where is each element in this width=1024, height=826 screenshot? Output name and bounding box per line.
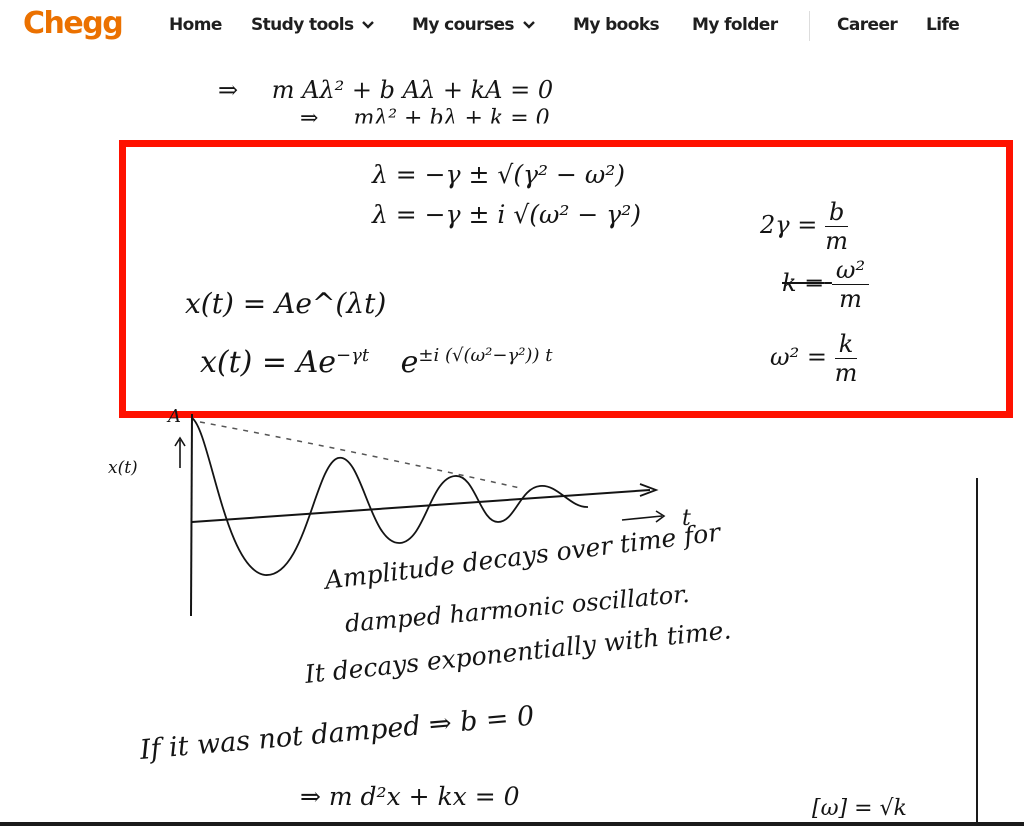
nav-my-folder-label: My folder — [692, 15, 778, 35]
side-relation-k-crossed: k = ω² m — [782, 256, 870, 313]
numerator: ω² — [831, 256, 870, 285]
undamped-statement: If it was not damped ⇒ b = 0 — [138, 700, 536, 766]
nav-life[interactable]: Life — [926, 15, 960, 35]
fraction: k m — [835, 330, 858, 387]
omega-result: [ω] = √k — [812, 796, 907, 821]
decay-envelope — [199, 421, 521, 489]
x-damped-equation: x(t) = Ae−γt e±i (√(ω²−γ²)) t — [200, 345, 552, 380]
side-lhs: ω² = — [770, 343, 827, 371]
nav-home[interactable]: Home — [169, 15, 222, 35]
nav-study-tools[interactable]: Study tools — [251, 15, 375, 35]
undamped-equation: ⇒ m d²x + kx = 0 — [300, 782, 520, 811]
bottom-edge — [0, 822, 1024, 826]
implies-symbol: ⇒ — [300, 106, 319, 131]
equation-text: mλ² + bλ + k = 0 — [353, 106, 550, 131]
nav-my-courses-label: My courses — [412, 15, 515, 35]
x-general-equation: x(t) = Ae^(λt) — [185, 287, 387, 320]
nav-my-books-label: My books — [573, 15, 660, 35]
amplitude-label: A — [168, 406, 181, 427]
denominator: m — [825, 227, 849, 255]
fraction: ω² m — [831, 256, 870, 313]
nav-career-label: Career — [837, 15, 898, 35]
page-right-rule — [976, 478, 978, 823]
implies-symbol: ⇒ — [218, 76, 239, 104]
side-lhs: k = — [782, 269, 825, 297]
equation-text: m Aλ² + b Aλ + kA = 0 — [271, 76, 554, 104]
lambda-equation-1: λ = −γ ± √(γ² − ω²) — [372, 160, 626, 189]
side-relation-omega: ω² = k m — [770, 330, 857, 387]
denominator: m — [834, 359, 858, 387]
lambda-equation-2: λ = −γ ± i √(ω² − γ²) — [372, 200, 642, 229]
t-arrow-line — [621, 515, 663, 521]
denominator: m — [839, 285, 862, 313]
y-axis — [190, 413, 193, 617]
side-lhs: 2γ = — [760, 211, 818, 239]
nav-my-courses[interactable]: My courses — [412, 15, 536, 35]
x-damped-base: x(t) = Ae — [200, 345, 337, 380]
equation-line-1: ⇒ m Aλ² + b Aλ + kA = 0 — [218, 76, 553, 104]
nav-life-label: Life — [926, 15, 960, 35]
equation-line-2: ⇒ mλ² + bλ + k = 0 — [300, 106, 550, 131]
nav-career[interactable]: Career — [837, 15, 898, 35]
nav-divider — [809, 11, 810, 41]
x-damped-e: e — [400, 345, 419, 380]
numerator: b — [825, 198, 849, 227]
chegg-logo[interactable]: Chegg — [23, 6, 124, 41]
numerator: k — [834, 330, 858, 359]
top-navigation: Chegg Home Study tools My courses My boo… — [0, 0, 1024, 56]
chevron-down-icon — [523, 21, 535, 29]
x-damped-exponent-1: −γt — [336, 345, 370, 366]
nav-study-tools-label: Study tools — [251, 15, 354, 35]
chevron-down-icon — [362, 21, 375, 29]
y-axis-label: x(t) — [108, 458, 138, 478]
fraction: b m — [825, 198, 849, 255]
x-damped-exponent-2: ±i (√(ω²−γ²)) t — [418, 345, 553, 366]
nav-my-books[interactable]: My books — [573, 15, 660, 35]
side-relation-gamma: 2γ = b m — [760, 198, 849, 255]
nav-my-folder[interactable]: My folder — [692, 15, 778, 35]
nav-home-label: Home — [169, 15, 222, 35]
